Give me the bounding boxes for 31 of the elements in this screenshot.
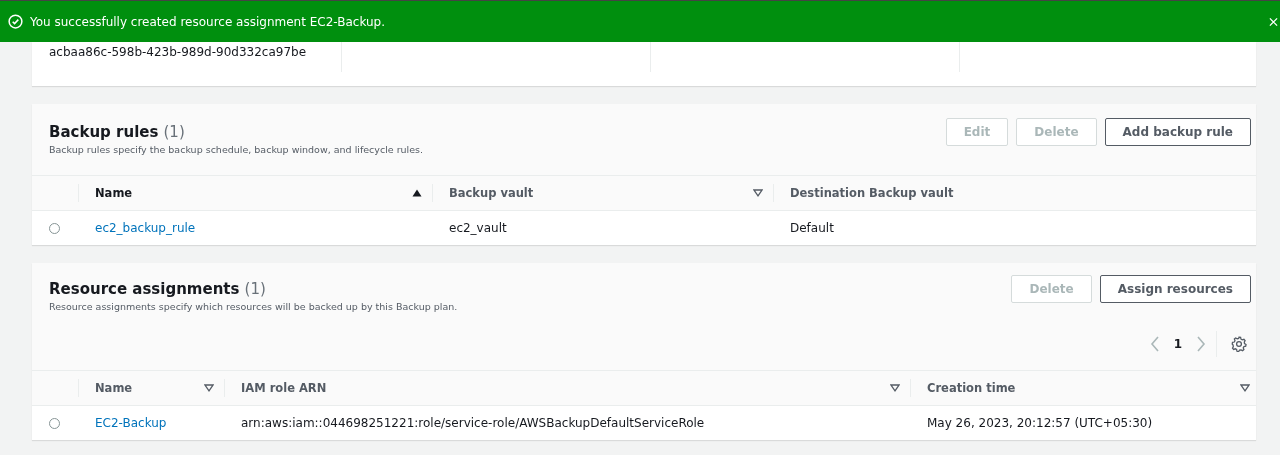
section-title: Resource assignments [49,280,240,298]
sort-icon[interactable] [890,384,900,392]
table-cell: ec2_vault [449,221,507,235]
section-description: Resource assignments specify which resources will be backed up by this Backup plan. [49,301,458,312]
close-icon[interactable] [1269,17,1278,27]
section-description: Backup rules specify the backup schedule, backup window, and lifecycle rules. [49,144,424,155]
plan-id-value: acbaa86c-598b-423b-989d-90d332ca97be [49,45,307,59]
settings-icon[interactable] [1231,336,1247,352]
item-count: (1) [163,123,185,141]
table-cell: Default [790,221,834,235]
name-link[interactable]: EC2-Backup [95,416,167,430]
action-button[interactable]: Assign resources [1099,275,1251,303]
column-header[interactable]: Backup vault [449,186,534,200]
table-cell: May 26, 2023, 20:12:57 (UTC+05:30) [927,416,1153,430]
section-title: Backup rules [49,123,159,141]
column-header[interactable]: Creation time [927,381,1016,395]
banner-message: You successfully created resource assignment EC2-Backup. [30,14,385,29]
name-link[interactable]: ec2_backup_rule [95,221,196,235]
column-header[interactable]: Name [95,381,133,395]
action-button[interactable]: Add backup rule [1104,118,1251,146]
sort-ascending-icon[interactable] [412,189,422,197]
sort-icon[interactable] [753,189,763,197]
check-circle-icon [8,14,23,29]
sort-icon[interactable] [204,384,214,392]
table-cell: arn:aws:iam::044698251221:role/service-role/AWSBackupDefaultServiceRole [241,416,705,430]
column-header[interactable]: IAM role ARN [241,381,327,395]
page-number[interactable]: 1 [1173,337,1182,351]
column-header[interactable]: Destination Backup vault [790,186,954,200]
item-count: (1) [244,280,266,298]
sort-icon[interactable] [1240,384,1250,392]
column-header[interactable]: Name [95,186,133,200]
